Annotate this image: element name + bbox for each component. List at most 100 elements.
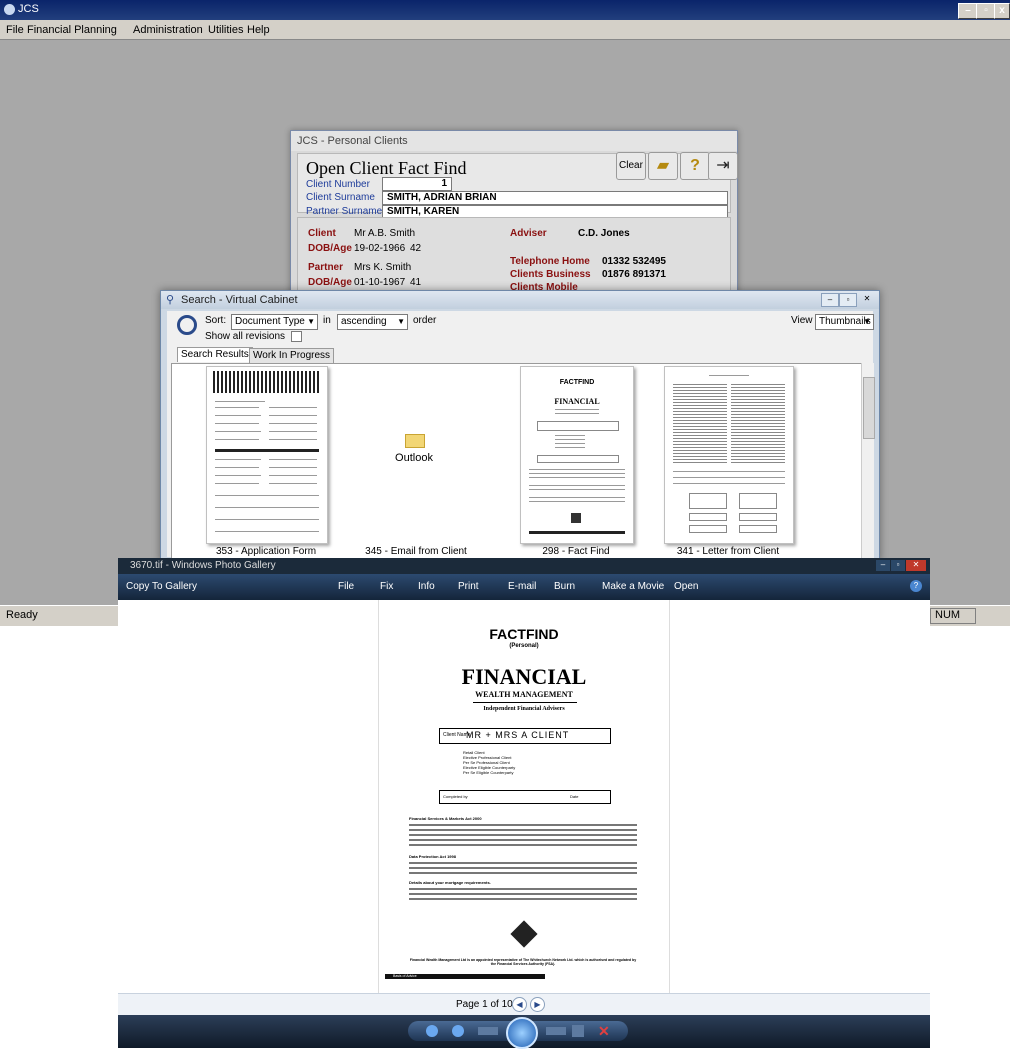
page-indicator: Page 1 of 10 xyxy=(456,999,513,1010)
open-folder-icon[interactable]: ▰ xyxy=(648,152,678,180)
thumbnail-letter-from-client[interactable] xyxy=(664,366,794,544)
next-icon[interactable] xyxy=(546,1027,566,1035)
make-a-movie-button[interactable]: Make a Movie xyxy=(602,581,664,592)
pg-minimize-button[interactable]: – xyxy=(876,560,890,571)
adviser-value: C.D. Jones xyxy=(578,228,630,239)
tab-search-results[interactable]: Search Results xyxy=(177,347,253,362)
zoom-icon[interactable] xyxy=(426,1025,438,1037)
menu-utilities[interactable]: Utilities xyxy=(208,24,243,36)
menu-administration[interactable]: Administration xyxy=(133,24,203,36)
order-select-value: ascending xyxy=(341,316,387,327)
doc-footer: Financial Wealth Management Ltd is an ap… xyxy=(409,958,637,966)
next-page-button[interactable]: ▶ xyxy=(530,997,545,1012)
client-name-box: Client Name MR + MRS A CLIENT xyxy=(439,728,611,744)
brand-cube-icon xyxy=(571,513,581,523)
vc-maximize-button[interactable]: ▫ xyxy=(839,293,857,307)
virtual-cabinet-window: ⚲ Search - Virtual Cabinet – ▫ ✕ Sort: D… xyxy=(160,290,880,562)
partner-label: Partner xyxy=(308,262,344,273)
vc-title-bar: ⚲ Search - Virtual Cabinet – ▫ ✕ xyxy=(161,291,879,309)
client-categories: Retail Client Elective Professional Clie… xyxy=(463,750,515,775)
rotate-icon[interactable] xyxy=(572,1025,584,1037)
doc-title: FACTFIND xyxy=(489,626,559,642)
in-label: in xyxy=(323,315,331,326)
partner-age-value: 41 xyxy=(410,277,422,288)
client-number-label: Client Number xyxy=(306,179,370,190)
client-name-value: Mr A.B. Smith xyxy=(354,228,416,239)
pg-control-bar: ✕ xyxy=(118,1015,930,1049)
copy-to-gallery-button[interactable]: Copy To Gallery xyxy=(126,581,197,592)
print-menu[interactable]: Print xyxy=(458,581,479,592)
info-button[interactable]: Info xyxy=(418,581,435,592)
order-select[interactable]: ascending ▼ xyxy=(337,314,408,330)
magnifier-icon xyxy=(177,315,197,335)
doc-section2: Data Protection Act 1998 xyxy=(409,854,456,859)
view-label: View xyxy=(791,315,813,326)
previous-page-button[interactable]: ◀ xyxy=(512,997,527,1012)
slideshow-button[interactable] xyxy=(506,1017,538,1049)
scrollbar-thumb[interactable] xyxy=(863,377,875,439)
status-text: Ready xyxy=(6,609,38,621)
tab-work-in-progress[interactable]: Work In Progress xyxy=(249,348,335,363)
thumb-factfind-title: FACTFIND xyxy=(559,379,595,386)
chevron-down-icon: ▼ xyxy=(307,317,315,326)
client-surname-label: Client Surname xyxy=(306,192,375,203)
doc-footer-box: Basis of Advice xyxy=(393,974,417,978)
file-menu[interactable]: File xyxy=(338,581,354,592)
completed-by-box: Completed by Date xyxy=(439,790,611,804)
client-dob-value: 19-02-1966 xyxy=(354,243,406,254)
clear-button[interactable]: Clear xyxy=(616,152,646,180)
delete-icon[interactable]: ✕ xyxy=(598,1023,610,1040)
client-number-field[interactable]: 1 xyxy=(382,177,452,191)
thumb-factfind-brand: FINANCIAL xyxy=(554,397,600,406)
open-menu[interactable]: Open xyxy=(674,581,698,592)
thumbnail-application-form[interactable] xyxy=(206,366,328,544)
fix-button[interactable]: Fix xyxy=(380,581,393,592)
help-icon[interactable]: ? xyxy=(910,580,922,592)
vc-minimize-button[interactable]: – xyxy=(821,293,839,307)
clients-business-label: Clients Business xyxy=(510,269,591,280)
brand-cube-icon xyxy=(510,920,538,948)
category-item: Per Se Eligible Counterparty xyxy=(463,770,514,775)
doc-subtitle: (Personal) xyxy=(509,643,539,649)
pg-title-bar: 3670.tif - Windows Photo Gallery – ▫ ✕ xyxy=(118,558,930,574)
actual-size-icon[interactable] xyxy=(452,1025,464,1037)
doc-section3: Details about your mortgage requirements… xyxy=(409,880,491,885)
doc-date-label: Date xyxy=(570,794,579,799)
help-icon[interactable]: ? xyxy=(680,152,710,180)
sort-label: Sort: xyxy=(205,315,227,326)
thumbnail-fact-find[interactable]: FACTFIND FINANCIAL xyxy=(520,366,634,544)
doc-completed-by-label: Completed by xyxy=(443,794,468,799)
pg-close-button[interactable]: ✕ xyxy=(906,560,926,571)
burn-menu[interactable]: Burn xyxy=(554,581,575,592)
app-title: JCS xyxy=(18,3,39,15)
client-age-value: 42 xyxy=(410,243,422,254)
chevron-down-icon: ▼ xyxy=(397,317,405,326)
partner-dob-value: 01-10-1967 xyxy=(354,277,406,288)
result-caption: 298 - Fact Find xyxy=(542,546,610,557)
menu-bar: File Financial Planning Administration U… xyxy=(0,20,1010,40)
minimize-button[interactable]: – xyxy=(958,3,978,19)
client-surname-field[interactable]: SMITH, ADRIAN BRIAN xyxy=(382,191,728,205)
doc-client-name-value: MR + MRS A CLIENT xyxy=(466,730,570,740)
client-dob-label: DOB/Age xyxy=(308,243,352,254)
exit-door-icon[interactable]: ⇥ xyxy=(708,152,738,180)
menu-file[interactable]: File xyxy=(6,24,24,36)
show-revisions-checkbox[interactable] xyxy=(291,331,302,342)
results-scrollbar[interactable] xyxy=(861,363,875,559)
menu-help[interactable]: Help xyxy=(247,24,270,36)
pc-window-title: JCS - Personal Clients xyxy=(297,135,408,147)
photo-gallery-window: 3670.tif - Windows Photo Gallery – ▫ ✕ C… xyxy=(118,558,930,1049)
vc-window-title: Search - Virtual Cabinet xyxy=(181,294,298,306)
view-select[interactable]: Thumbnails ▼ xyxy=(815,314,874,330)
close-button[interactable]: x xyxy=(994,3,1010,19)
maximize-button[interactable]: ▫ xyxy=(976,3,996,19)
pg-maximize-button[interactable]: ▫ xyxy=(891,560,905,571)
email-button[interactable]: E-mail xyxy=(508,581,536,592)
result-caption: 353 - Application Form xyxy=(215,546,317,557)
vc-close-button[interactable]: ✕ xyxy=(859,293,875,305)
previous-icon[interactable] xyxy=(478,1027,498,1035)
doc-section1: Financial Services & Markets Act 2000 xyxy=(409,816,482,821)
menu-financial-planning[interactable]: Financial Planning xyxy=(27,24,117,36)
email-envelope-icon[interactable] xyxy=(405,434,425,448)
sort-select[interactable]: Document Type ▼ xyxy=(231,314,318,330)
